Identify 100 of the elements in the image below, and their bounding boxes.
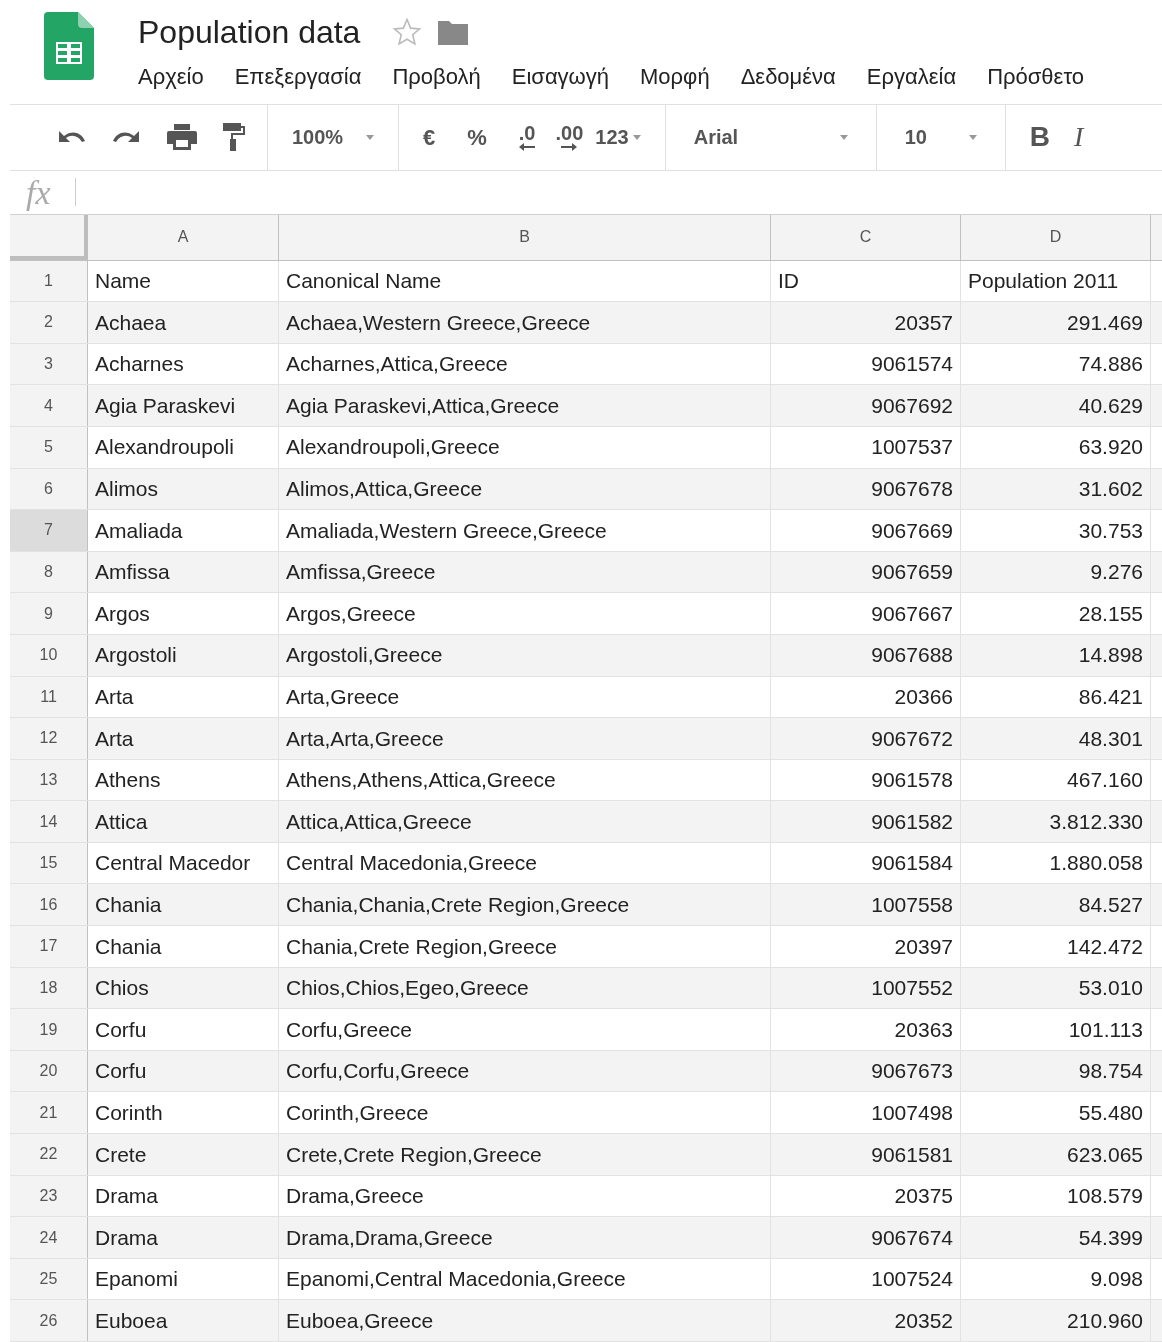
table-cell: 291.469 (961, 302, 1151, 343)
row-header[interactable]: 25 (10, 1258, 88, 1300)
table-cell: 20352 (771, 1300, 961, 1341)
right-arrow-icon (561, 143, 578, 152)
table-cell: Amfissa (88, 551, 279, 593)
italic-button[interactable]: I (1073, 116, 1084, 159)
table-cell: Chania (88, 926, 279, 967)
table-cell: Drama,Drama,Greece (279, 1217, 771, 1258)
menu-item[interactable]: Δεδομένα (740, 60, 836, 93)
row-header[interactable]: 11 (10, 676, 88, 718)
table-cell: Argostoli (88, 634, 279, 676)
table-cell: Chios,Chios,Egeo,Greece (279, 967, 771, 1009)
table-cell: Arta,Arta,Greece (279, 718, 771, 759)
table-cell: 30.753 (961, 510, 1151, 551)
table-cell: 84.527 (961, 884, 1151, 926)
table-cell: Population 2011 (961, 260, 1151, 302)
table-cell: Euboea,Greece (279, 1300, 771, 1341)
table-cell: 20397 (771, 926, 961, 967)
table-cell: Amaliada (88, 510, 279, 551)
zoom-dropdown[interactable]: 100% (268, 104, 398, 170)
caret-icon (839, 134, 848, 140)
number-format-dropdown[interactable]: 123 (595, 122, 641, 153)
table-cell: Drama,Greece (279, 1175, 771, 1217)
row-header[interactable]: 1 (10, 260, 88, 302)
bold-button[interactable]: B (1005, 116, 1074, 159)
font-dropdown[interactable]: Arial (665, 104, 876, 170)
menu-item[interactable]: Επεξεργασία (234, 60, 362, 93)
row-header[interactable]: 21 (10, 1092, 88, 1134)
table-cell: Alexandroupoli (88, 426, 279, 468)
row-header[interactable]: 13 (10, 759, 88, 801)
menu-item[interactable]: Εισαγωγή (511, 60, 610, 93)
table-cell: Chania (88, 884, 279, 926)
table-cell: 9061582 (771, 801, 961, 842)
menu-item[interactable]: Αρχείο (138, 60, 204, 93)
table-cell: Argos (88, 593, 279, 634)
caret-icon (366, 134, 374, 140)
row-header[interactable]: 15 (10, 842, 88, 884)
decrease-decimals-button[interactable]: .0 (518, 123, 536, 152)
table-cell: 9067692 (771, 385, 961, 426)
font-size-dropdown[interactable]: 10 (876, 104, 1005, 170)
table-cell: Central Macedor (88, 842, 279, 884)
table-cell: Agia Paraskevi (88, 385, 279, 426)
table-cell: 9067678 (771, 468, 961, 510)
table-cell: Arta (88, 718, 279, 759)
table-cell: Corfu (88, 1050, 279, 1092)
print-icon[interactable] (167, 124, 197, 151)
row-header[interactable]: 19 (10, 1009, 88, 1050)
increase-decimals-button[interactable]: .00 (555, 123, 584, 152)
table-cell: 20357 (771, 302, 961, 343)
column-header[interactable]: A (88, 214, 279, 260)
table-cell: Amaliada,Western Greece,Greece (279, 510, 771, 551)
row-header[interactable]: 9 (10, 593, 88, 634)
table-cell: 1007524 (771, 1258, 961, 1300)
menu-item[interactable]: Μορφή (640, 60, 710, 93)
table-cell: Alimos,Attica,Greece (279, 468, 771, 510)
paint-format-icon[interactable] (221, 123, 247, 152)
table-cell: 142.472 (961, 926, 1151, 967)
menu-item[interactable]: Εργαλεία (866, 60, 957, 93)
star-icon[interactable] (392, 17, 423, 47)
table-cell: Crete (88, 1134, 279, 1175)
table-cell: 40.629 (961, 385, 1151, 426)
table-cell: Arta,Greece (279, 676, 771, 718)
table-cell: Amfissa,Greece (279, 551, 771, 593)
column-header[interactable]: D (961, 214, 1151, 260)
percent-button[interactable]: % (467, 120, 487, 154)
caret-icon (968, 134, 977, 140)
row-header[interactable]: 3 (10, 343, 88, 385)
table-cell: 53.010 (961, 967, 1151, 1009)
table-cell: Athens (88, 759, 279, 801)
table-cell: Crete,Crete Region,Greece (279, 1134, 771, 1175)
document-title[interactable]: Population data (138, 12, 361, 52)
table-cell: 623.065 (961, 1134, 1151, 1175)
table-cell: 28.155 (961, 593, 1151, 634)
row-header[interactable]: 5 (10, 426, 88, 468)
table-cell: Drama (88, 1175, 279, 1217)
table-cell: 1.880.058 (961, 842, 1151, 884)
table-cell: 55.480 (961, 1092, 1151, 1134)
table-cell: Agia Paraskevi,Attica,Greece (279, 385, 771, 426)
row-header[interactable]: 23 (10, 1175, 88, 1217)
menu-item[interactable]: Προβολή (392, 60, 481, 93)
folder-icon[interactable] (438, 19, 469, 45)
column-header[interactable]: B (279, 214, 771, 260)
table-cell: Alimos (88, 468, 279, 510)
formula-label: fx (25, 172, 52, 213)
table-cell: Corinth,Greece (279, 1092, 771, 1134)
table-cell: 108.579 (961, 1175, 1151, 1217)
row-header[interactable]: 17 (10, 926, 88, 967)
table-cell: 63.920 (961, 426, 1151, 468)
table-cell: Chania,Crete Region,Greece (279, 926, 771, 967)
table-cell: Arta (88, 676, 279, 718)
currency-button[interactable]: € (423, 120, 436, 154)
table-cell: 9061574 (771, 343, 961, 385)
row-header[interactable]: 7 (10, 510, 88, 551)
column-header[interactable]: C (771, 214, 961, 260)
table-cell: Name (88, 260, 279, 302)
menu-item[interactable]: Πρόσθετο (987, 60, 1084, 93)
table-cell: 1007537 (771, 426, 961, 468)
table-cell: Argos,Greece (279, 593, 771, 634)
table-cell: 20375 (771, 1175, 961, 1217)
spreadsheet-logo-icon[interactable] (44, 12, 94, 80)
